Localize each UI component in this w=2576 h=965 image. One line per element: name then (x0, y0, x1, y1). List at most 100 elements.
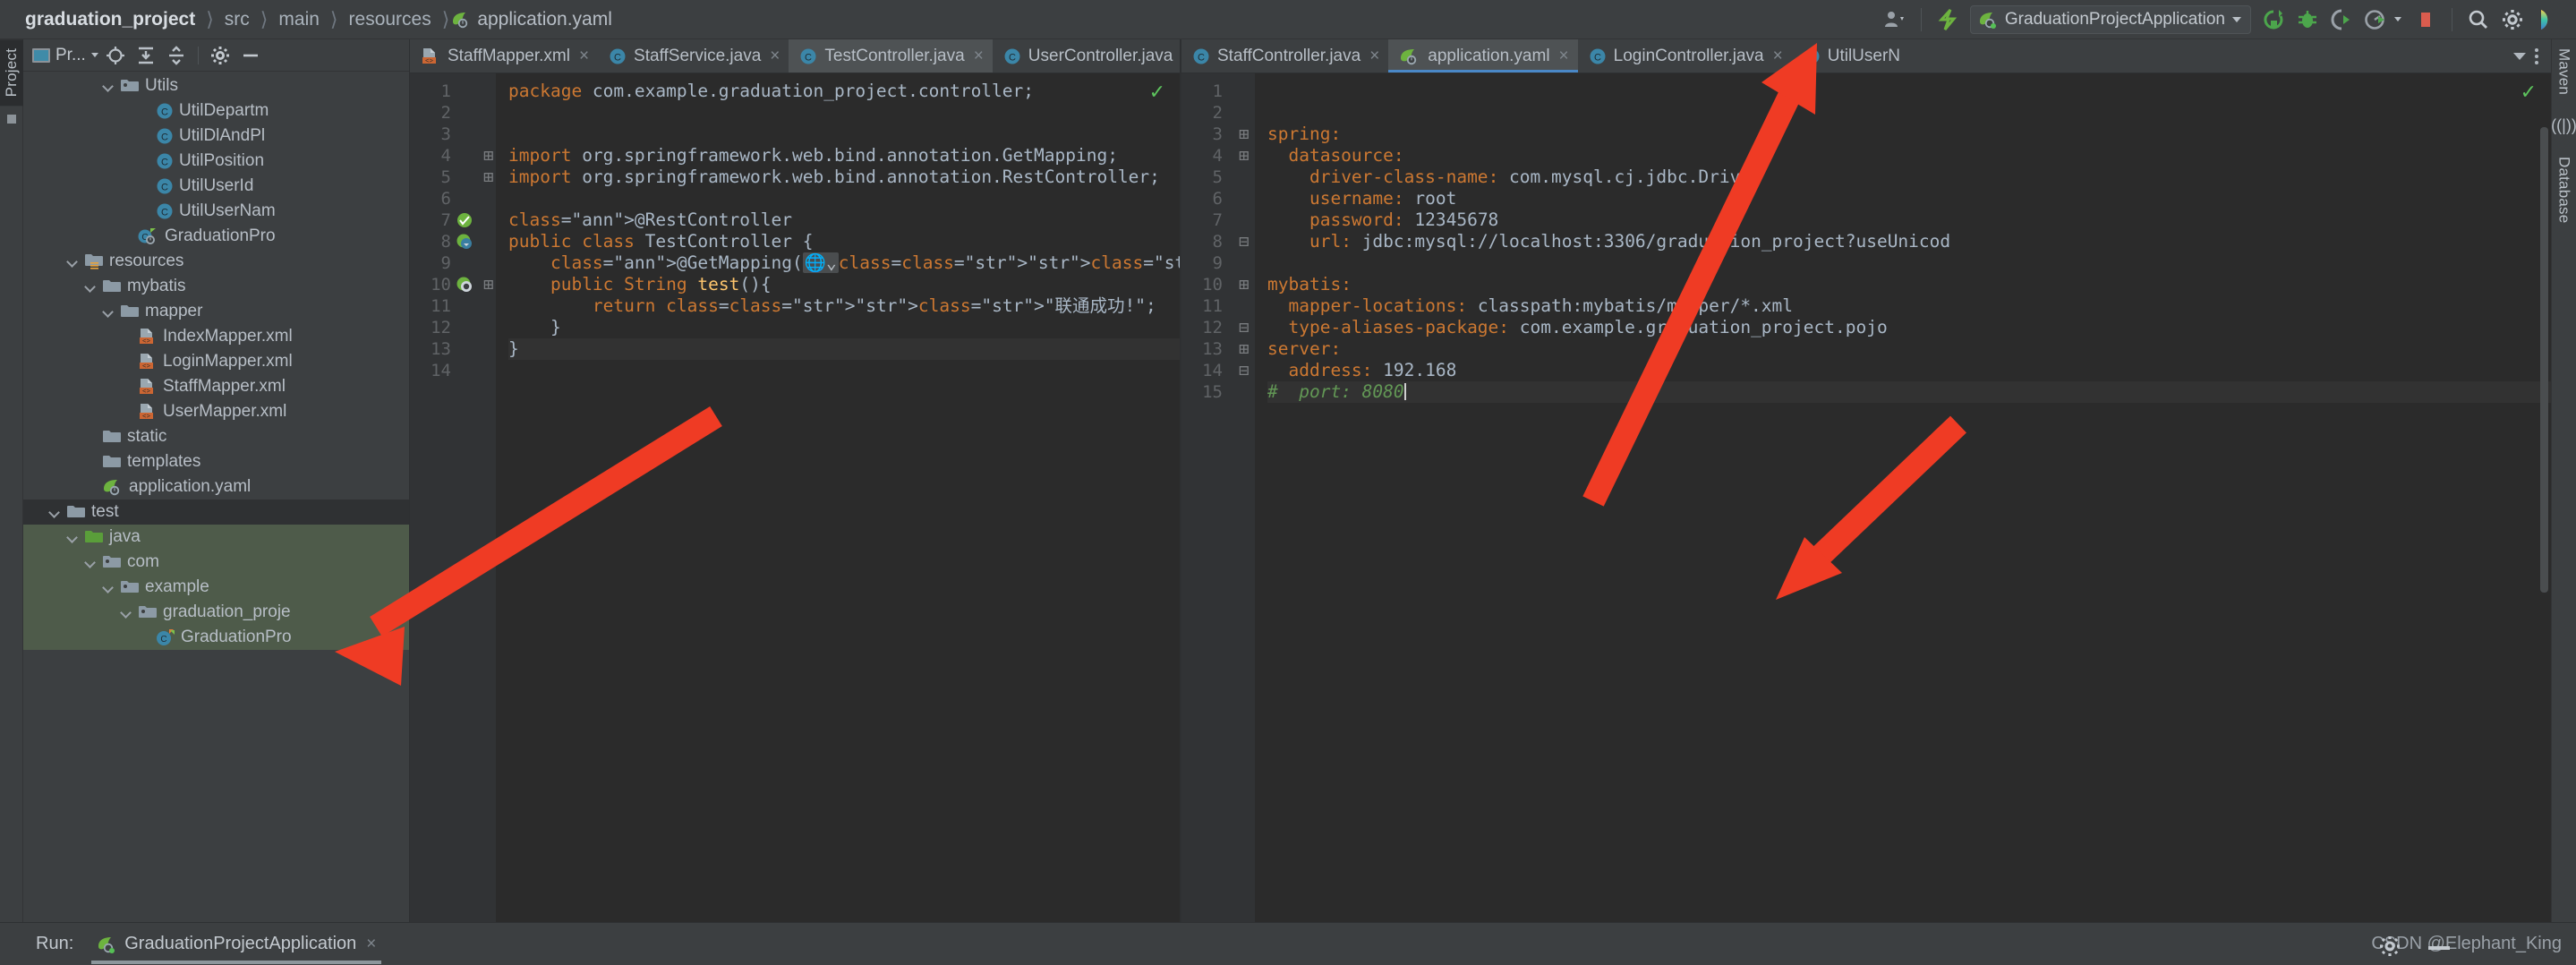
updates-icon[interactable] (1932, 4, 1963, 35)
tree-item[interactable]: <> LoginMapper.xml (23, 349, 409, 374)
rerun-icon[interactable] (2258, 4, 2289, 35)
code-line[interactable]: server: (1267, 338, 2551, 360)
tool-window-tab-project[interactable]: Project (0, 39, 23, 107)
editor-tab[interactable]: C UserController.java (993, 39, 1180, 73)
code-line[interactable]: datasource: (1267, 145, 2551, 167)
tree-item[interactable]: graduation_proje (23, 600, 409, 625)
code-line[interactable]: username: root (1267, 188, 2551, 209)
close-icon[interactable]: × (579, 47, 589, 66)
user-settings-icon[interactable] (1880, 4, 1910, 35)
editor-tab[interactable]: C StaffController.java × (1181, 39, 1388, 73)
chevron-down-icon[interactable] (84, 280, 97, 293)
code-line[interactable]: # port: 8080 (1267, 381, 2551, 403)
chevron-down-icon[interactable] (84, 556, 97, 568)
editor-tab[interactable]: <> StaffMapper.xml × (410, 39, 598, 73)
project-view-selector[interactable]: Pr... (32, 46, 98, 65)
fold-markers-left[interactable]: ⊞ ⊞ ⊞ (483, 81, 496, 922)
tree-item[interactable]: application.yaml (23, 474, 409, 500)
tree-item[interactable]: mapper (23, 299, 409, 324)
gutter-marks-left[interactable] (451, 81, 483, 922)
code-line[interactable]: password: 12345678 (1267, 209, 2551, 231)
code-line[interactable] (1267, 81, 2551, 102)
tree-item[interactable]: Utils (23, 73, 409, 98)
editor-tab[interactable]: C TestController.java × (789, 39, 993, 73)
tree-item[interactable]: <> IndexMapper.xml (23, 324, 409, 349)
tree-item[interactable]: resources (23, 249, 409, 274)
code-line[interactable]: public String test(){ (508, 274, 1180, 295)
breadcrumb-item-file[interactable]: application.yaml (451, 9, 612, 30)
more-options-icon[interactable] (2528, 47, 2546, 64)
tree-item[interactable]: C GraduationPro (23, 625, 409, 650)
ide-logo-icon[interactable] (2531, 4, 2562, 35)
breadcrumb-item-resources[interactable]: resources (340, 9, 440, 30)
run-tab[interactable]: GraduationProjectApplication × (91, 923, 382, 965)
locate-icon[interactable] (102, 42, 129, 69)
code-content-right[interactable]: spring: datasource: driver-class-name: c… (1255, 73, 2551, 922)
code-line[interactable]: spring: (1267, 124, 2551, 145)
gear-icon[interactable] (2379, 935, 2401, 961)
tree-item[interactable]: com (23, 550, 409, 575)
fold-markers-right[interactable]: ⊞ ⊞ ⊟ ⊞ ⊟ ⊞ ⊟ (1239, 81, 1255, 922)
tool-window-tab-maven[interactable]: Maven (2555, 48, 2573, 95)
code-line[interactable]: address: 192.168 (1267, 360, 2551, 381)
editor-tabs-left[interactable]: <> StaffMapper.xml × C StaffService.java × C Te… (410, 39, 1180, 73)
tree-item[interactable]: <> UserMapper.xml (23, 399, 409, 424)
code-line[interactable]: class="ann">@RestController (508, 209, 1180, 231)
collapse-all-icon[interactable] (163, 42, 190, 69)
chevron-down-icon[interactable] (48, 506, 61, 518)
debug-icon[interactable] (2292, 4, 2323, 35)
code-line[interactable]: import org.springframework.web.bind.anno… (508, 145, 1180, 167)
chevron-down-icon[interactable] (102, 80, 115, 92)
code-line[interactable] (508, 360, 1180, 381)
tree-item[interactable]: <> StaffMapper.xml (23, 374, 409, 399)
editor-tab[interactable]: application.yaml × (1388, 39, 1578, 73)
tree-item[interactable]: C UtilUserNam (23, 199, 409, 224)
notifications-icon[interactable]: ((|)) (2551, 116, 2576, 135)
close-icon[interactable]: × (1559, 47, 1569, 66)
editor-tabs-right[interactable]: C StaffController.java × application.yaml × C… (1181, 39, 2551, 73)
gutter-marks-right[interactable] (1223, 81, 1239, 922)
run-configuration-selector[interactable]: GraduationProjectApplication (1969, 4, 2251, 34)
code-line[interactable] (508, 188, 1180, 209)
tree-item[interactable]: example (23, 575, 409, 600)
code-line[interactable] (1267, 102, 2551, 124)
code-line[interactable] (1267, 252, 2551, 274)
code-line[interactable]: class="ann">@GetMapping(🌐⌄ class=class="s… (508, 252, 1180, 274)
breadcrumb-item-project[interactable]: graduation_project (16, 9, 204, 30)
editor-tab[interactable]: C LoginController.java × (1578, 39, 1792, 73)
tree-item[interactable]: C UtilDlAndPl (23, 124, 409, 149)
hide-icon[interactable] (2427, 941, 2451, 957)
code-line[interactable]: return class=class="str">"str">class="st… (508, 295, 1180, 317)
profiler-icon[interactable] (2360, 4, 2391, 35)
code-line[interactable]: package com.example.graduation_project.c… (508, 81, 1180, 102)
chevron-down-icon[interactable] (66, 255, 79, 268)
code-line[interactable]: } (508, 317, 1180, 338)
stop-icon[interactable] (2410, 4, 2441, 35)
breadcrumb-item-main[interactable]: main (269, 9, 328, 30)
close-icon[interactable]: × (366, 935, 376, 954)
chevron-down-icon[interactable] (2394, 17, 2401, 21)
close-icon[interactable]: × (1369, 47, 1379, 66)
tree-item[interactable]: C UtilPosition (23, 149, 409, 174)
code-line[interactable]: mapper-locations: classpath:mybatis/mapp… (1267, 295, 2551, 317)
chevron-down-icon[interactable] (66, 531, 79, 543)
chevron-down-icon[interactable] (102, 305, 115, 318)
code-line[interactable]: public class TestController { (508, 231, 1180, 252)
code-line[interactable]: } (508, 338, 1180, 360)
editor-tab[interactable]: C StaffService.java × (598, 39, 789, 73)
code-line[interactable]: mybatis: (1267, 274, 2551, 295)
chevron-down-icon[interactable] (102, 581, 115, 594)
search-icon[interactable] (2463, 4, 2494, 35)
code-editor-left[interactable]: 1 2 3 4 5 6 7 8 9 10 11 12 13 14 ⊞ ⊞ ⊞ p… (410, 73, 1180, 922)
code-line[interactable] (508, 102, 1180, 124)
tree-item[interactable]: test (23, 500, 409, 525)
editor-tab[interactable]: C UtilUserN (1792, 39, 1909, 73)
tree-item[interactable]: C UtilUserId (23, 174, 409, 199)
tool-window-tab-database[interactable]: Database (2555, 157, 2573, 223)
chevron-down-icon[interactable] (2513, 52, 2526, 60)
code-line[interactable]: type-aliases-package: com.example.gradua… (1267, 317, 2551, 338)
project-tree[interactable]: Utils C UtilDepartm C UtilDlAndPl C UtilPositi… (23, 72, 409, 922)
code-line[interactable] (508, 124, 1180, 145)
tree-item[interactable]: static (23, 424, 409, 449)
tree-item[interactable]: java (23, 525, 409, 550)
